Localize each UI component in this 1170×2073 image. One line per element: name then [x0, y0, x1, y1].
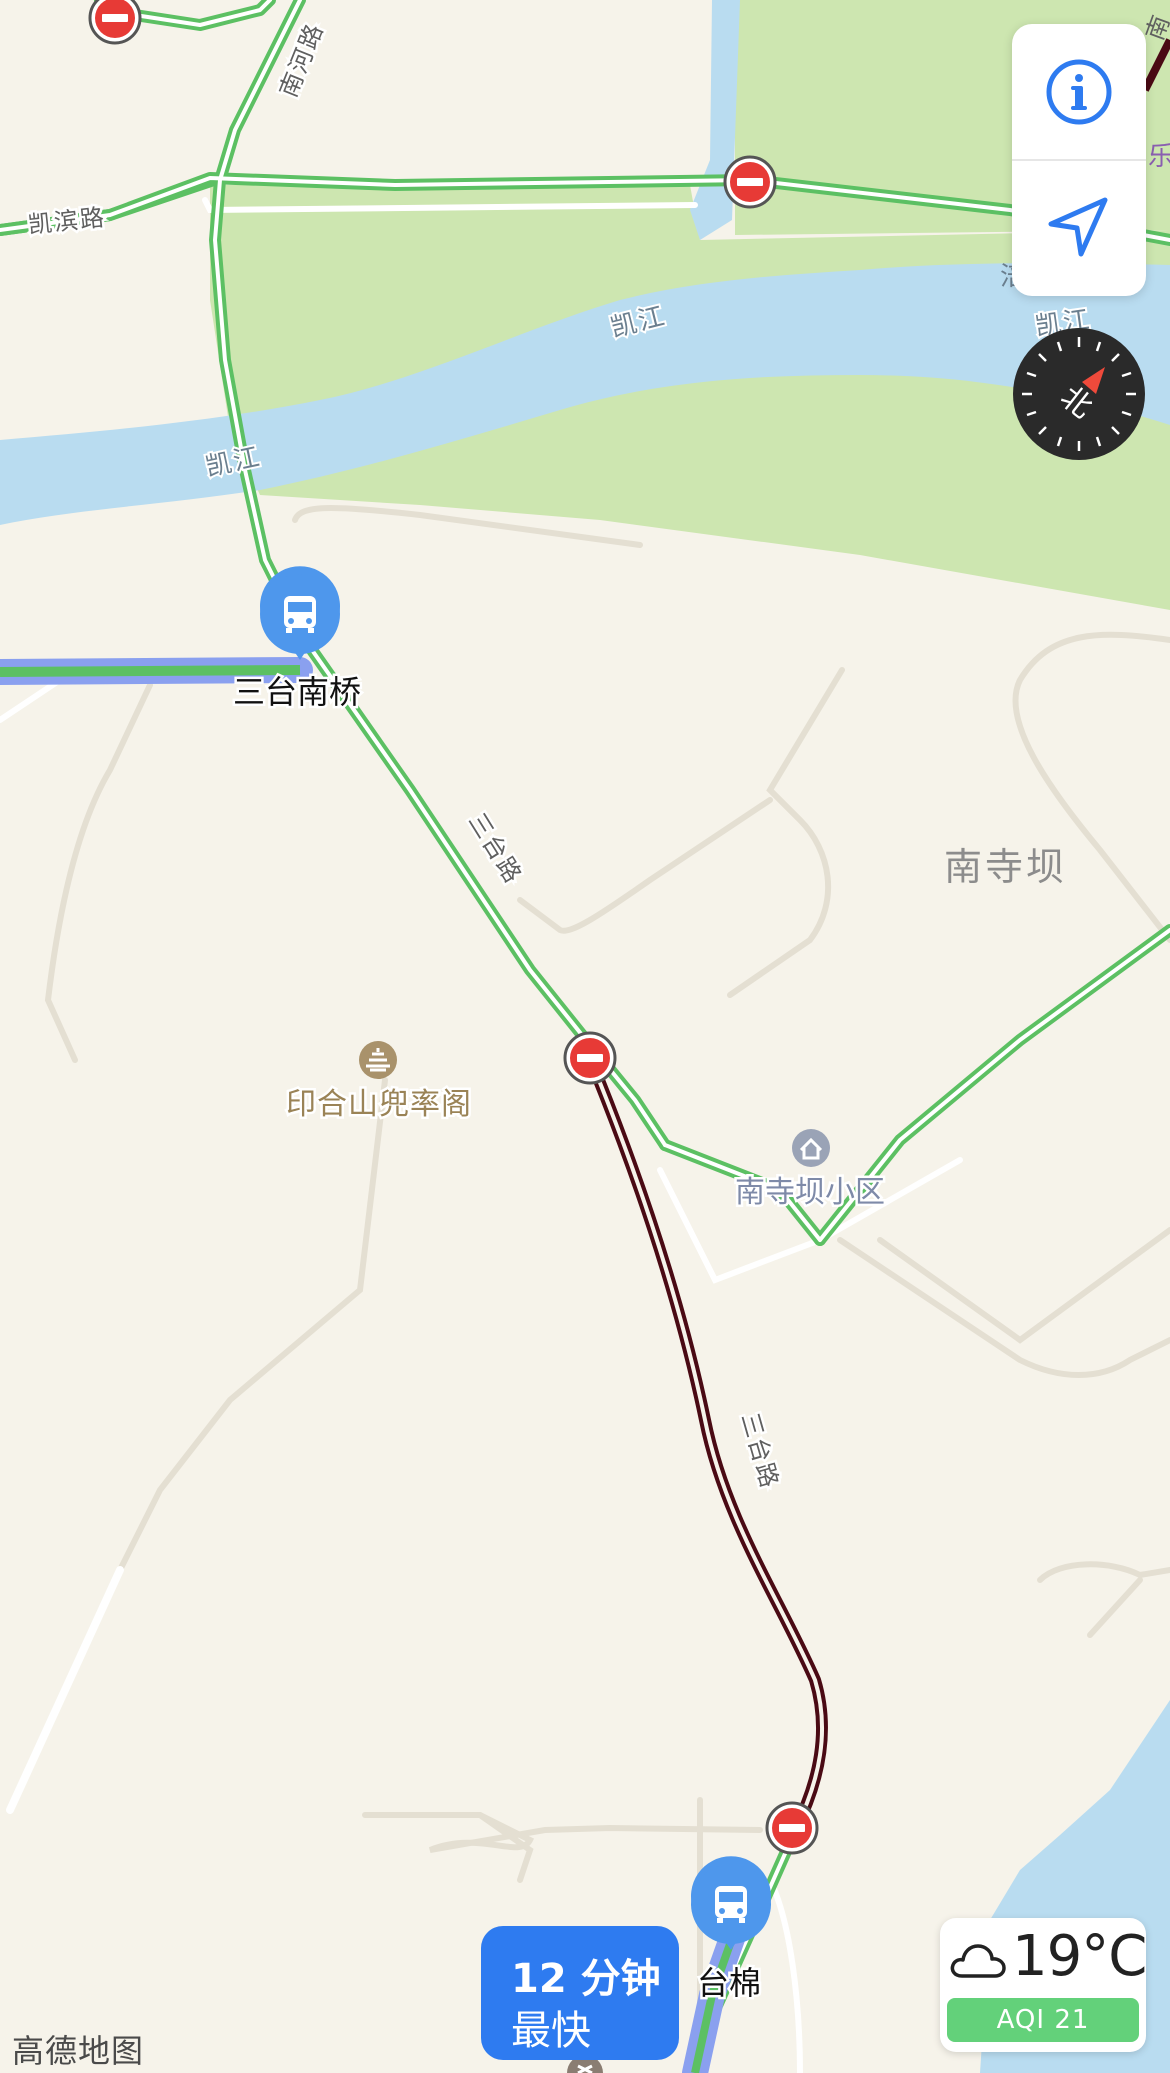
weather-widget[interactable]: 19°C AQI 21 [940, 1918, 1147, 2052]
compass-icon: 北 [1013, 328, 1145, 460]
area-label: 南寺坝 [944, 845, 1067, 889]
temperature: 19°C [1012, 1924, 1147, 1989]
no-entry-icon [563, 1031, 617, 1085]
edge-poi-label: 乐 [1148, 142, 1170, 172]
house-icon [792, 1129, 830, 1167]
route-tag: 最快 [511, 2008, 591, 2054]
route-summary-card[interactable]: 12 分钟 最快 [481, 1926, 679, 2060]
map-controls-panel [1012, 24, 1146, 296]
compass[interactable]: 北 [1012, 327, 1146, 461]
info-button[interactable] [1012, 24, 1146, 160]
location-arrow-icon [1048, 197, 1108, 257]
no-entry-icon [765, 1801, 819, 1855]
route-duration: 12 分钟 [511, 1956, 661, 2002]
aqi-badge: AQI 21 [947, 1998, 1139, 2042]
map-canvas[interactable]: 凯江 凯江 凯江 南河路 凯滨路 三台路 三台路 涪 乐 南 南寺坝 印合山兜率… [0, 0, 1170, 2073]
bus-stop-label: 三台南桥 [233, 673, 361, 711]
locate-button[interactable] [1012, 160, 1146, 296]
poi-label-residential: 南寺坝小区 [735, 1175, 885, 1210]
info-icon [1046, 59, 1112, 125]
bus-stop-taimian[interactable]: 台棉 [690, 1856, 772, 2005]
map-provider-logo: 高德地图 [12, 2032, 145, 2070]
bus-icon [284, 596, 316, 633]
no-entry-icon [88, 0, 142, 45]
cloud-icon [950, 1944, 1006, 1978]
bus-stop-label: 台棉 [697, 1964, 761, 2002]
poi-label-pagoda: 印合山兜率阁 [286, 1087, 472, 1122]
no-entry-icon [723, 155, 777, 209]
bus-icon [715, 1886, 747, 1923]
